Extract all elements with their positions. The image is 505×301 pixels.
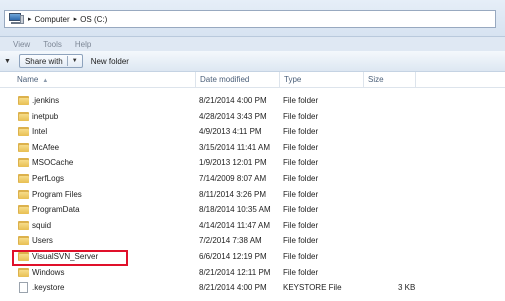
new-folder-button[interactable]: New folder bbox=[91, 57, 129, 66]
file-type: File folder bbox=[283, 252, 319, 261]
breadcrumb-arrow-icon[interactable]: ▸ bbox=[28, 15, 32, 23]
column-header-date-modified[interactable]: Date modified bbox=[196, 72, 280, 87]
file-name: PerfLogs bbox=[32, 174, 65, 183]
folder-icon bbox=[18, 142, 29, 152]
share-with-label: Share with bbox=[24, 56, 63, 66]
file-date-modified: 4/14/2014 11:47 AM bbox=[199, 220, 271, 230]
folder-icon bbox=[18, 189, 29, 199]
file-type: File folder bbox=[283, 220, 319, 230]
folder-icon bbox=[18, 127, 29, 137]
menu-tools[interactable]: Tools bbox=[43, 40, 62, 49]
file-type: File folder bbox=[283, 111, 319, 121]
file-type: File folder bbox=[283, 142, 319, 152]
breadcrumb-arrow-icon[interactable]: ▸ bbox=[74, 15, 78, 23]
file-row[interactable]: .jenkins 8/21/2014 4:00 PM File folder bbox=[0, 93, 505, 108]
folder-icon bbox=[18, 236, 29, 246]
sort-ascending-icon: ▲ bbox=[42, 78, 49, 84]
address-bar[interactable]: ▸ Computer ▸ OS (C:) bbox=[4, 10, 496, 28]
file-row[interactable]: Users 7/2/2014 7:38 AM File folder bbox=[0, 233, 505, 248]
file-date-modified: 1/9/2013 12:01 PM bbox=[199, 158, 267, 168]
file-type: File folder bbox=[283, 189, 319, 199]
file-date-modified: 8/21/2014 4:00 PM bbox=[199, 283, 267, 293]
menu-view[interactable]: View bbox=[13, 40, 30, 49]
column-header-row: Name ▲ Date modified Type Size bbox=[0, 72, 505, 88]
file-name: Program Files bbox=[32, 189, 82, 199]
file-row[interactable]: Windows 8/21/2014 12:11 PM File folder bbox=[0, 265, 505, 280]
file-size: 3 KB bbox=[398, 283, 416, 293]
computer-icon bbox=[8, 13, 24, 25]
organize-chevron-down-icon[interactable]: ▼ bbox=[4, 58, 11, 65]
file-row[interactable]: .keystore 8/21/2014 4:00 PM KEYSTORE File 3… bbox=[0, 280, 505, 295]
file-type: File folder bbox=[283, 96, 319, 105]
address-bar-area: ▸ Computer ▸ OS (C:) bbox=[0, 0, 505, 37]
file-date-modified: 8/11/2014 3:26 PM bbox=[199, 189, 267, 199]
file-row[interactable]: McAfee 3/15/2014 11:41 AM File folder bbox=[0, 140, 505, 155]
folder-icon bbox=[18, 111, 29, 121]
file-row[interactable]: inetpub 4/28/2014 3:43 PM File folder bbox=[0, 109, 505, 124]
file-name: McAfee bbox=[32, 142, 60, 152]
command-bar: ▼ Share with ▼ New folder bbox=[0, 51, 505, 72]
menu-help[interactable]: Help bbox=[75, 40, 91, 49]
file-row[interactable]: Intel 4/9/2013 4:11 PM File folder bbox=[0, 124, 505, 139]
column-header-type[interactable]: Type bbox=[280, 72, 364, 87]
file-name: .keystore bbox=[32, 283, 65, 293]
file-type: File folder bbox=[283, 127, 319, 137]
folder-icon bbox=[18, 220, 29, 230]
file-date-modified: 6/6/2014 12:19 PM bbox=[199, 252, 267, 261]
file-type: File folder bbox=[283, 174, 319, 183]
share-with-button[interactable]: Share with ▼ bbox=[18, 54, 83, 68]
file-row[interactable]: MSOCache 1/9/2013 12:01 PM File folder bbox=[0, 155, 505, 170]
column-header-size[interactable]: Size bbox=[364, 72, 416, 87]
menu-bar: View Tools Help bbox=[0, 37, 505, 51]
breadcrumb-computer[interactable]: Computer bbox=[35, 15, 70, 24]
file-name: Windows bbox=[32, 267, 65, 277]
folder-icon bbox=[18, 205, 29, 215]
file-icon bbox=[19, 282, 28, 294]
file-date-modified: 7/2/2014 7:38 AM bbox=[199, 236, 262, 246]
file-name: squid bbox=[32, 220, 52, 230]
highlight-box bbox=[12, 250, 128, 266]
file-row[interactable]: squid 4/14/2014 11:47 AM File folder bbox=[0, 218, 505, 233]
file-date-modified: 3/15/2014 11:41 AM bbox=[199, 142, 271, 152]
file-row[interactable]: ProgramData 8/18/2014 10:35 AM File folder bbox=[0, 202, 505, 217]
file-date-modified: 8/21/2014 4:00 PM bbox=[199, 96, 267, 105]
breadcrumb-drive[interactable]: OS (C:) bbox=[80, 15, 107, 24]
file-name: .jenkins bbox=[32, 96, 60, 105]
file-row[interactable]: PerfLogs 7/14/2009 8:07 AM File folder bbox=[0, 171, 505, 186]
file-type: File folder bbox=[283, 158, 319, 168]
column-header-name[interactable]: Name ▲ bbox=[13, 72, 196, 87]
file-row[interactable]: Program Files 8/11/2014 3:26 PM File folde… bbox=[0, 187, 505, 202]
file-type: KEYSTORE File bbox=[283, 283, 342, 293]
file-name: Intel bbox=[32, 127, 48, 137]
file-type: File folder bbox=[283, 236, 319, 246]
file-date-modified: 4/28/2014 3:43 PM bbox=[199, 111, 267, 121]
folder-icon bbox=[18, 158, 29, 168]
chevron-down-icon: ▼ bbox=[71, 58, 78, 64]
folder-icon bbox=[18, 174, 29, 183]
file-date-modified: 8/18/2014 10:35 AM bbox=[199, 205, 271, 215]
folder-icon bbox=[18, 96, 29, 105]
file-name: Users bbox=[32, 236, 53, 246]
file-name: MSOCache bbox=[32, 158, 74, 168]
file-type: File folder bbox=[283, 267, 319, 277]
file-date-modified: 7/14/2009 8:07 AM bbox=[199, 174, 267, 183]
folder-icon bbox=[18, 267, 29, 277]
file-date-modified: 4/9/2013 4:11 PM bbox=[199, 127, 262, 137]
file-date-modified: 8/21/2014 12:11 PM bbox=[199, 267, 271, 277]
file-type: File folder bbox=[283, 205, 319, 215]
file-name: ProgramData bbox=[32, 205, 80, 215]
file-name: inetpub bbox=[32, 111, 59, 121]
